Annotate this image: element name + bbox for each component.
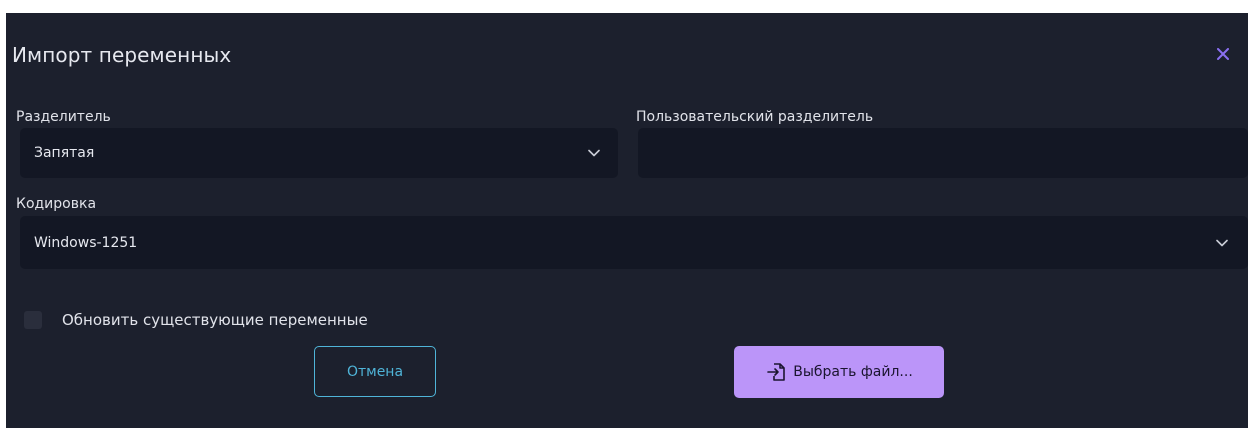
file-import-icon xyxy=(765,360,789,384)
separator-value: Запятая xyxy=(34,145,95,161)
import-variables-dialog: Импорт переменных Разделитель Запятая По… xyxy=(6,13,1248,428)
close-button[interactable] xyxy=(1212,43,1234,65)
encoding-value: Windows-1251 xyxy=(34,234,138,251)
encoding-label: Кодировка xyxy=(16,196,97,212)
select-file-button-label: Выбрать файл... xyxy=(793,364,913,380)
separator-select[interactable]: Запятая xyxy=(20,128,618,178)
update-existing-label: Обновить существующие переменные xyxy=(62,311,368,329)
select-file-button[interactable]: Выбрать файл... xyxy=(734,346,944,398)
separator-label: Разделитель xyxy=(16,109,111,125)
custom-separator-label: Пользовательский разделитель xyxy=(636,109,874,125)
dialog-title: Импорт переменных xyxy=(12,43,232,67)
chevron-down-icon xyxy=(586,145,602,161)
chevron-down-icon xyxy=(1214,235,1230,251)
close-icon xyxy=(1217,48,1229,60)
encoding-select[interactable]: Windows-1251 xyxy=(20,216,1248,269)
custom-separator-input[interactable] xyxy=(638,128,1248,178)
update-existing-checkbox[interactable] xyxy=(24,311,42,329)
cancel-button-label: Отмена xyxy=(346,363,404,380)
cancel-button[interactable]: Отмена xyxy=(314,346,436,397)
